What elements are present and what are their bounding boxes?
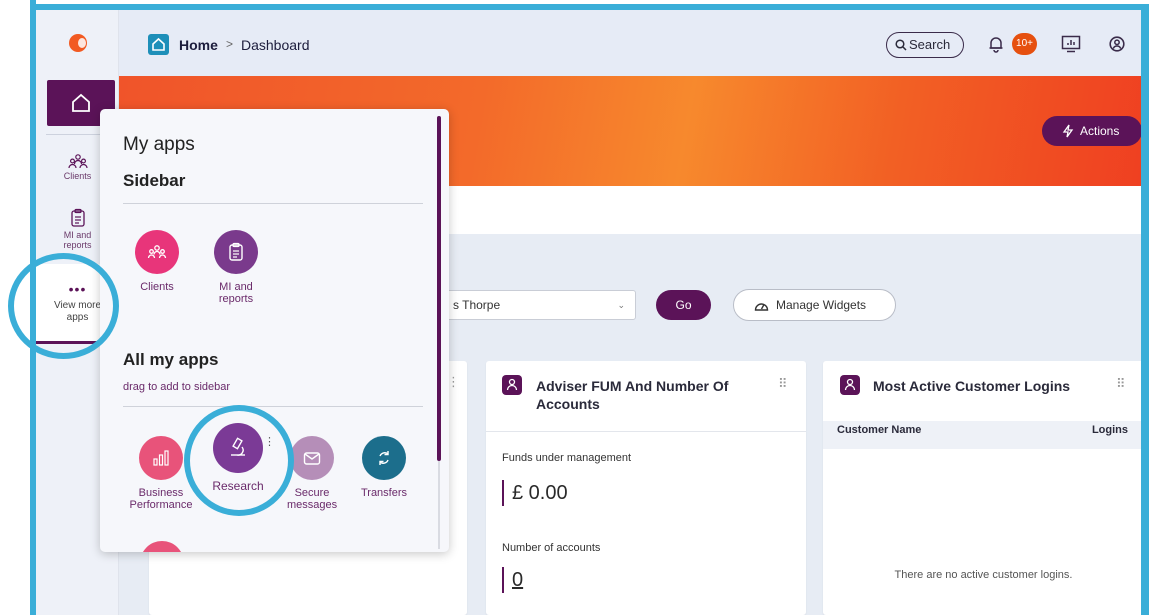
chevron-down-icon: ⌄ xyxy=(617,300,625,310)
drag-handle-icon[interactable]: ⋮ xyxy=(447,375,461,388)
clients-icon xyxy=(147,245,167,259)
app-icon-circle xyxy=(214,230,258,274)
person-icon xyxy=(502,375,522,395)
drag-handle-icon[interactable]: ⠿ xyxy=(1116,377,1127,390)
search-button[interactable]: Search xyxy=(886,32,964,58)
sidebar-item-label: Clients xyxy=(63,171,92,181)
accounts-value[interactable]: 0 xyxy=(502,567,523,593)
drag-handle-icon[interactable]: ⠿ xyxy=(778,377,789,390)
clients-icon xyxy=(67,154,88,169)
manage-widgets-button[interactable]: Manage Widgets xyxy=(733,289,896,321)
popover-scrollbar-track xyxy=(438,461,440,549)
column-customer-name[interactable]: Customer Name xyxy=(837,424,921,436)
app-icon-circle xyxy=(290,436,334,480)
adviser-select-value: s Thorpe xyxy=(453,298,501,312)
breadcrumb-home[interactable]: Home xyxy=(179,37,218,53)
clipboard-icon xyxy=(229,242,243,261)
clipboard-icon xyxy=(70,208,85,227)
card-title: Adviser FUM And Number Of Accounts xyxy=(536,378,729,412)
popover-scrollbar[interactable] xyxy=(437,116,441,461)
app-mi-reports[interactable]: MI and reports xyxy=(196,230,276,305)
app-icon-circle-partial[interactable] xyxy=(140,541,184,552)
envelope-icon xyxy=(303,452,321,465)
column-logins[interactable]: Logins xyxy=(1092,424,1128,436)
search-label: Search xyxy=(909,37,951,52)
top-header: Home > Dashboard Search 10+ xyxy=(119,10,1149,76)
empty-state-message: There are no active customer logins. xyxy=(894,569,1073,581)
actions-button[interactable]: Actions xyxy=(1042,116,1142,146)
divider xyxy=(46,134,108,135)
app-clients[interactable]: Clients xyxy=(117,230,197,293)
all-apps-heading: All my apps xyxy=(123,350,219,369)
drag-hint: drag to add to sidebar xyxy=(123,381,231,393)
adviser-select[interactable]: s Thorpe ⌄ xyxy=(440,290,636,320)
divider xyxy=(123,203,423,204)
table-header: Customer Name Logins xyxy=(823,421,1144,449)
notification-badge[interactable]: 10+ xyxy=(1012,33,1037,55)
app-label: Clients xyxy=(140,281,174,293)
divider xyxy=(486,431,806,432)
divider xyxy=(123,406,423,407)
user-icon[interactable] xyxy=(1109,36,1125,52)
card-title: Most Active Customer Logins xyxy=(873,378,1071,394)
app-transfers[interactable]: Transfers xyxy=(344,436,424,499)
sidebar-item-label: MI and reports xyxy=(63,230,92,250)
brand-logo[interactable] xyxy=(69,34,87,52)
app-icon-circle xyxy=(362,436,406,480)
popover-title: My apps xyxy=(123,134,195,155)
frame-border-right xyxy=(1141,4,1149,615)
customer-logins-card: Most Active Customer Logins ⠿ Customer N… xyxy=(823,361,1144,615)
search-icon xyxy=(895,39,907,51)
monitor-icon[interactable] xyxy=(1061,35,1081,53)
lightning-icon xyxy=(1062,124,1074,138)
go-button[interactable]: Go xyxy=(656,290,711,320)
adviser-fum-card: Adviser FUM And Number Of Accounts ⠿ Fun… xyxy=(486,361,806,615)
home-icon[interactable] xyxy=(148,34,169,55)
accounts-label: Number of accounts xyxy=(502,542,601,554)
gauge-icon xyxy=(754,303,769,311)
bar-chart-icon xyxy=(153,450,169,466)
highlight-ring-view-more xyxy=(8,253,119,359)
funds-value: £ 0.00 xyxy=(502,480,568,506)
sidebar-apps-heading: Sidebar xyxy=(123,171,186,190)
app-icon-circle xyxy=(135,230,179,274)
breadcrumb-separator: > xyxy=(226,37,234,51)
frame-border-top xyxy=(30,4,1149,10)
breadcrumb-current: Dashboard xyxy=(241,37,310,53)
bell-icon[interactable] xyxy=(987,35,1005,53)
app-label: MI and reports xyxy=(218,281,254,305)
app-label: Transfers xyxy=(360,487,408,499)
transfer-icon xyxy=(379,451,389,465)
app-label: Secure messages xyxy=(287,487,338,511)
person-icon xyxy=(840,375,860,395)
frame-border-left xyxy=(30,0,36,615)
highlight-ring-research xyxy=(184,405,294,516)
manage-widgets-label: Manage Widgets xyxy=(776,298,867,312)
app-window: Home > Dashboard Search 10+ Actions s Th… xyxy=(0,0,1149,615)
funds-label: Funds under management xyxy=(502,452,632,464)
app-icon-circle xyxy=(139,436,183,480)
app-label: Business Performance xyxy=(129,487,193,511)
actions-label: Actions xyxy=(1080,124,1120,138)
